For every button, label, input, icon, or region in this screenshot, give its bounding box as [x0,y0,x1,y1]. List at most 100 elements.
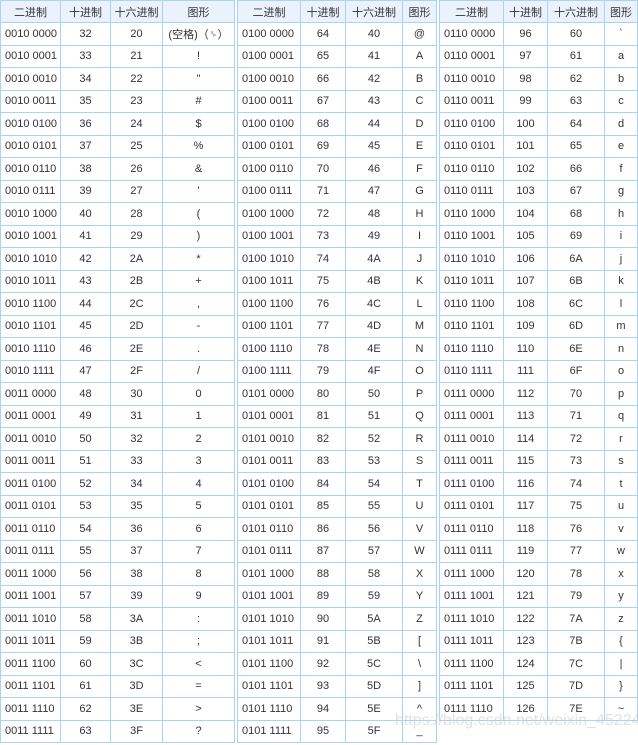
decimal-cell: 96 [503,22,548,46]
decimal-cell: 50 [60,427,111,451]
binary-cell: 0100 0111 [237,179,301,203]
header-hex: 十六进制 [345,0,403,23]
binary-cell: 0111 1100 [439,652,504,676]
glyph-cell: \ [402,652,437,676]
hex-cell: 7A [547,607,605,631]
decimal-cell: 40 [60,202,111,226]
binary-cell: 0110 0011 [439,89,504,113]
decimal-cell: 70 [300,157,346,181]
hex-cell: 64 [547,112,605,136]
table-row: 0011 0001 49 31 1 [0,404,235,428]
glyph-cell: 8 [162,562,235,586]
hex-cell: 6C [547,292,605,316]
binary-cell: 0110 1010 [439,247,504,271]
glyph-cell: l [604,292,638,316]
hex-cell: 69 [547,224,605,248]
binary-cell: 0101 0010 [237,427,301,451]
hex-cell: 5E [345,697,403,721]
binary-cell: 0111 1101 [439,674,504,698]
glyph-cell: 1 [162,404,235,428]
hex-cell: 2C [110,292,163,316]
glyph-cell: 2 [162,427,235,451]
decimal-cell: 54 [60,517,111,541]
decimal-cell: 84 [300,472,346,496]
binary-cell: 0011 1101 [0,674,61,698]
table-row: 0101 0000 80 50 P [237,382,437,406]
decimal-cell: 115 [503,449,548,473]
table-row: 0010 0101 37 25% [0,134,235,158]
header-binary: 二进制 [0,0,61,23]
glyph-cell: ( [162,202,235,226]
decimal-cell: 57 [60,584,111,608]
decimal-cell: 37 [60,134,111,158]
glyph-cell: ~ [604,697,638,721]
glyph-cell: ` [604,22,638,46]
decimal-cell: 93 [300,674,346,698]
hex-cell: 71 [547,404,605,428]
decimal-cell: 102 [503,157,548,181]
glyph-cell: $ [162,112,235,136]
ascii-table-1: 二进制 十进制 十六进制 图形 0010 0000 32 20 (空格)（␠） 0010 00… [0,0,235,743]
table-row: 0010 0110 38 26 & [0,157,235,181]
table-row: 0101 1010 90 5A Z [237,607,437,631]
binary-cell: 0101 0000 [237,382,301,406]
glyph-cell: V [402,517,437,541]
glyph-cell: { [604,629,638,653]
hex-cell: 29 [110,224,163,248]
binary-cell: 0100 1011 [237,269,301,293]
glyph-cell: L [402,292,437,316]
table-row: 0010 0001 33 21! [0,44,235,68]
glyph-cell: e [604,134,638,158]
binary-cell: 0100 0011 [237,89,301,113]
hex-cell: 27 [110,179,163,203]
header-glyph: 图形 [162,0,235,23]
hex-cell: 32 [110,427,163,451]
decimal-cell: 74 [300,247,346,271]
glyph-cell: S [402,449,437,473]
decimal-cell: 95 [300,719,346,743]
decimal-cell: 66 [300,67,346,91]
glyph-cell: c [604,89,638,113]
decimal-cell: 83 [300,449,346,473]
binary-cell: 0100 1111 [237,359,301,383]
glyph-cell: A [402,44,437,68]
decimal-cell: 63 [60,719,111,743]
hex-cell: 6D [547,314,605,338]
table-row: 0101 0001 81 51 Q [237,404,437,428]
decimal-cell: 44 [60,292,111,316]
hex-cell: 60 [547,22,605,46]
table-row: 0110 0010 98 62 b [439,67,638,91]
table-row: 0100 1001 73 49 I [237,224,437,248]
table-row: 0010 1111 47 2F / [0,359,235,383]
hex-cell: 2E [110,337,163,361]
table-row: 0111 1001 121 79 y [439,584,638,608]
table-row: 0011 1100 60 3C < [0,652,235,676]
glyph-cell: > [162,697,235,721]
table-row: 0010 1100 44 2C, [0,292,235,316]
glyph-cell: " [162,67,235,91]
glyph-cell: 4 [162,472,235,496]
decimal-cell: 118 [503,517,548,541]
decimal-cell: 48 [60,382,111,406]
table-row: 0100 1110 78 4E N [237,337,437,361]
table-row: 0101 0011 83 53 S [237,449,437,473]
ascii-table-2: 二进制 十进制 十六进制 图形 0100 0000 64 40 @0100 0001 65 41… [237,0,437,743]
glyph-cell: k [604,269,638,293]
table-row: 0111 0111 119 77 w [439,539,638,563]
binary-cell: 0110 1000 [439,202,504,226]
hex-cell: 54 [345,472,403,496]
binary-cell: 0111 0100 [439,472,504,496]
hex-cell: 6B [547,269,605,293]
decimal-cell: 32 [60,22,111,46]
hex-cell: 5B [345,629,403,653]
glyph-cell: y [604,584,638,608]
decimal-cell: 92 [300,652,346,676]
decimal-cell: 112 [503,382,548,406]
hex-cell: 2A [110,247,163,271]
binary-cell: 0110 0001 [439,44,504,68]
glyph-cell: D [402,112,437,136]
table-row: 0011 1010 58 3A: [0,607,235,631]
decimal-cell: 68 [300,112,346,136]
binary-cell: 0011 0100 [0,472,61,496]
binary-cell: 0110 0100 [439,112,504,136]
